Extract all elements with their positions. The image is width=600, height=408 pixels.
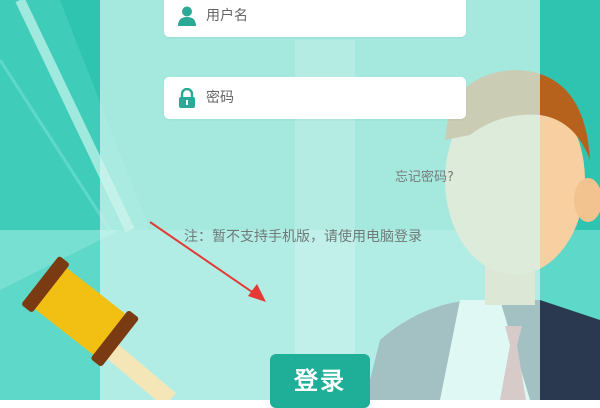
password-input[interactable] — [206, 77, 456, 119]
lock-icon — [179, 88, 195, 108]
forgot-password-link[interactable]: 忘记密码? — [395, 166, 454, 185]
password-field[interactable] — [164, 77, 466, 119]
username-field[interactable] — [164, 0, 466, 37]
user-icon — [178, 6, 196, 26]
login-panel — [100, 0, 540, 400]
username-input[interactable] — [206, 0, 456, 37]
mobile-notice: 注：暂不支持手机版，请使用电脑登录 — [184, 229, 422, 245]
